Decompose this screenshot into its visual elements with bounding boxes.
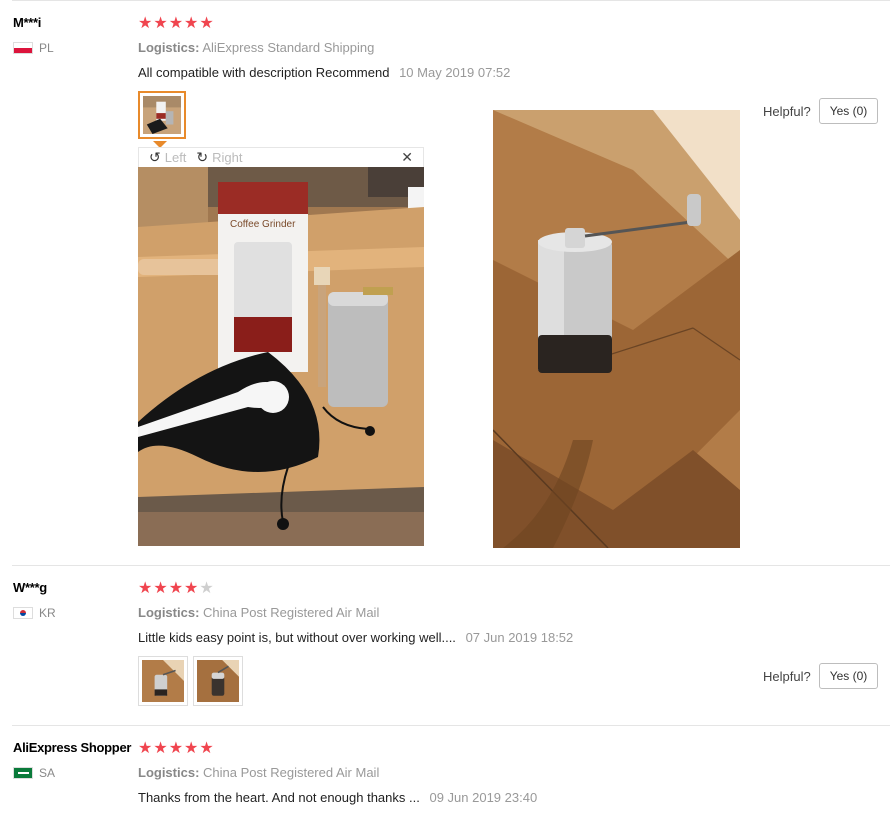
rotate-left-label: Left — [164, 150, 187, 165]
rotate-right-label: Right — [212, 150, 243, 165]
flag-pl-icon — [13, 42, 33, 54]
flag-sa-icon — [13, 767, 33, 779]
reviewer-country: KR — [13, 606, 56, 620]
review-photo-thumbnail[interactable] — [193, 656, 243, 706]
rotate-left-icon: ↺ — [149, 149, 161, 165]
star-icon: ★ — [184, 740, 199, 757]
star-empty-icon: ★ — [199, 580, 214, 597]
country-code: PL — [39, 41, 54, 55]
flag-kr-icon — [13, 607, 33, 619]
rotate-left-button[interactable]: ↺ Left — [149, 149, 186, 166]
coffee-grinder-on-floor-photo — [493, 110, 740, 548]
star-icon: ★ — [138, 740, 153, 757]
star-icon: ★ — [184, 15, 199, 32]
logistics-label: Logistics: — [138, 605, 200, 620]
star-icon: ★ — [153, 580, 168, 597]
star-rating: ★ ★ ★ ★ ★ — [138, 16, 214, 32]
logistics-info: Logistics: China Post Registered Air Mai… — [138, 765, 379, 780]
comment-text: Little kids easy point is, but without o… — [138, 630, 456, 645]
logistics-value: China Post Registered Air Mail — [203, 765, 380, 780]
reviewer-name: W***g — [13, 580, 47, 595]
logistics-label: Logistics: — [138, 765, 200, 780]
photo-thumbnail-image — [197, 660, 239, 702]
reviewer-country: PL — [13, 41, 54, 55]
reviewer-name: M***i — [13, 15, 42, 30]
helpful-label: Helpful? — [763, 668, 811, 684]
review-photo-large[interactable] — [493, 110, 740, 548]
logistics-info: Logistics: AliExpress Standard Shipping — [138, 40, 374, 55]
helpful-vote: Helpful? Yes (0) — [763, 663, 879, 689]
review-comment: Little kids easy point is, but without o… — [138, 630, 573, 645]
divider — [12, 565, 890, 566]
star-rating: ★ ★ ★ ★ ★ — [138, 741, 214, 757]
rotate-right-button[interactable]: ↻ Right — [196, 149, 242, 166]
comment-text: All compatible with description Recommen… — [138, 65, 390, 80]
photo-thumbnail-image — [143, 96, 181, 134]
helpful-yes-button[interactable]: Yes (0) — [818, 98, 879, 124]
reviewer-name: AliExpress Shopper — [13, 740, 132, 755]
helpful-yes-button[interactable]: Yes (0) — [818, 663, 879, 689]
review-date: 07 Jun 2019 18:52 — [465, 630, 574, 645]
review-photo-large[interactable]: Coffee Grinder — [138, 167, 424, 546]
reviewer-country: SA — [13, 766, 55, 780]
country-code: SA — [39, 766, 56, 780]
divider — [12, 0, 890, 1]
helpful-vote: Helpful? Yes (0) — [763, 98, 879, 124]
star-rating: ★ ★ ★ ★ ★ — [138, 581, 214, 597]
coffee-grinder-package-photo: Coffee Grinder — [138, 167, 424, 546]
star-icon: ★ — [199, 740, 214, 757]
review-date: 10 May 2019 07:52 — [399, 65, 511, 80]
logistics-info: Logistics: China Post Registered Air Mai… — [138, 605, 379, 620]
helpful-label: Helpful? — [763, 103, 811, 119]
divider — [12, 725, 890, 726]
star-icon: ★ — [168, 740, 184, 757]
review-photo-thumbnail[interactable] — [138, 656, 188, 706]
star-icon: ★ — [153, 740, 168, 757]
review-comment: All compatible with description Recommen… — [138, 65, 510, 80]
review-comment: Thanks from the heart. And not enough th… — [138, 790, 537, 805]
star-icon: ★ — [168, 15, 184, 32]
star-icon: ★ — [153, 15, 168, 32]
rotate-right-icon: ↻ — [196, 149, 209, 165]
country-code: KR — [39, 606, 56, 620]
review-photo-thumbnail[interactable] — [138, 91, 186, 139]
logistics-value: AliExpress Standard Shipping — [202, 40, 375, 55]
star-icon: ★ — [168, 580, 184, 597]
star-icon: ★ — [184, 580, 199, 597]
comment-text: Thanks from the heart. And not enough th… — [138, 790, 420, 805]
photo-thumbnail-image — [142, 660, 184, 702]
close-icon[interactable]: ✕ — [401, 149, 413, 166]
star-icon: ★ — [199, 15, 214, 32]
logistics-label: Logistics: — [138, 40, 200, 55]
star-icon: ★ — [138, 580, 153, 597]
photo-viewer-toolbar: ↺ Left ↻ Right ✕ — [138, 147, 424, 167]
package-text: Coffee Grinder — [230, 219, 296, 230]
logistics-value: China Post Registered Air Mail — [203, 605, 380, 620]
review-date: 09 Jun 2019 23:40 — [429, 790, 538, 805]
star-icon: ★ — [138, 15, 153, 32]
